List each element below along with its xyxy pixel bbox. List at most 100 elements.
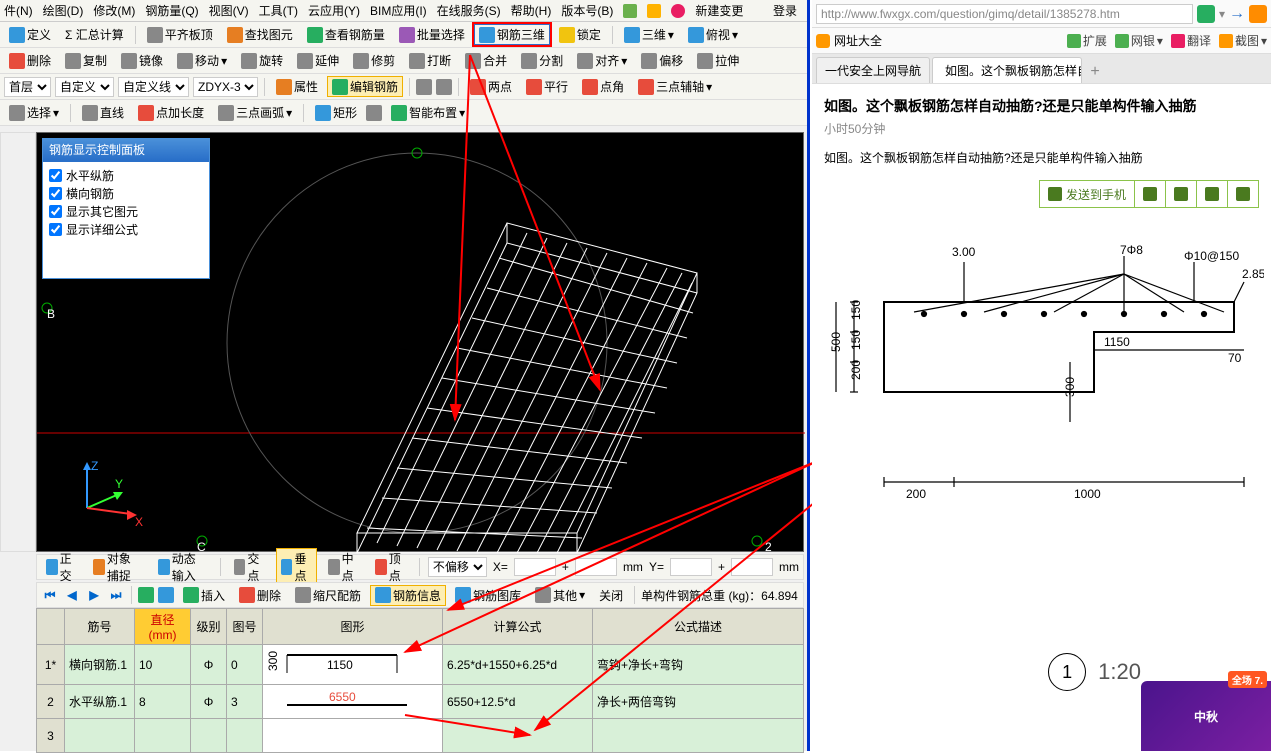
more-button[interactable]	[1227, 181, 1258, 207]
col-dia[interactable]: 直径(mm)	[135, 609, 191, 645]
dropdown-icon[interactable]: ▾	[1219, 7, 1225, 21]
menu-modify[interactable]: 修改(M)	[93, 2, 135, 19]
app-icon-1[interactable]	[623, 4, 637, 18]
chk-horizontal[interactable]: 水平纵筋	[49, 167, 203, 184]
nav-last[interactable]: ⏭	[107, 586, 125, 604]
menu-file[interactable]: 件(N)	[4, 2, 33, 19]
cat-icon[interactable]	[1249, 5, 1267, 23]
osnap-toggle[interactable]: 对象捕捉	[88, 548, 147, 586]
tbl-icon-2[interactable]	[158, 587, 174, 603]
menu-version[interactable]: 版本号(B)	[561, 2, 613, 19]
view-rebar-button[interactable]: 查看钢筋量	[302, 24, 390, 45]
pointlen-button[interactable]: 点加长度	[133, 102, 209, 123]
insert-row-button[interactable]: 插入	[178, 585, 230, 606]
rebar-info-button[interactable]: 钢筋信息	[370, 585, 446, 606]
dyninput-toggle[interactable]: 动态输入	[153, 548, 212, 586]
arc3-button[interactable]: 三点画弧▾	[213, 102, 297, 123]
move-button[interactable]: 移动▾	[172, 50, 232, 71]
ext-extend[interactable]: 扩展	[1067, 32, 1107, 49]
corner-ad[interactable]: 全场 7. 中秋	[1141, 681, 1271, 751]
new-change-icon[interactable]	[671, 4, 685, 18]
top-toggle[interactable]: 顶点	[370, 548, 411, 586]
rebar-lib-button[interactable]: 钢筋图库	[450, 585, 526, 606]
nav-first[interactable]: ⏮	[41, 586, 59, 604]
flatten-button[interactable]: 平齐板顶	[142, 24, 218, 45]
parallel-button[interactable]: 平行	[521, 76, 573, 97]
tbl-icon-1[interactable]	[138, 587, 154, 603]
custom-select[interactable]: 自定义	[55, 77, 114, 97]
menu-bim[interactable]: BIM应用(I)	[370, 2, 427, 19]
define-button[interactable]: 定义	[4, 24, 56, 45]
line-button[interactable]: 直线	[77, 102, 129, 123]
xinc-input[interactable]	[575, 558, 617, 576]
rebar-3d-button[interactable]: 钢筋三维	[474, 24, 550, 45]
other-button[interactable]: 其他▾	[530, 585, 590, 606]
nav-next[interactable]: ▶	[85, 586, 103, 604]
customline-select[interactable]: 自定义线	[118, 77, 189, 97]
merge-button[interactable]: 合并	[460, 50, 512, 71]
align-button[interactable]: 对齐▾	[572, 50, 632, 71]
zdyx-select[interactable]: ZDYX-3	[193, 77, 258, 97]
ext-translate[interactable]: 翻译	[1171, 32, 1211, 49]
go-icon[interactable]: →	[1229, 5, 1245, 23]
perp-toggle[interactable]: 垂点	[276, 548, 317, 586]
browser-tab-2[interactable]: 如图。这个飘板钢筋怎样自动抽×	[932, 57, 1082, 83]
y-input[interactable]	[670, 558, 712, 576]
menu-tools[interactable]: 工具(T)	[259, 2, 298, 19]
misc-icon-2[interactable]	[436, 79, 452, 95]
expand-button[interactable]	[1165, 181, 1196, 207]
x-input[interactable]	[514, 558, 556, 576]
menu-draw[interactable]: 绘图(D)	[43, 2, 84, 19]
offset-button[interactable]: 偏移	[636, 50, 688, 71]
select-button[interactable]: 选择▾	[4, 102, 64, 123]
menu-online[interactable]: 在线服务(S)	[437, 2, 501, 19]
app-icon-2[interactable]	[647, 4, 661, 18]
threeaxis-button[interactable]: 三点辅轴▾	[633, 76, 717, 97]
rotate-button[interactable]: 旋转	[236, 50, 288, 71]
top-view-button[interactable]: 俯视▾	[683, 24, 743, 45]
yinc-input[interactable]	[731, 558, 773, 576]
menu-rebar[interactable]: 钢筋量(Q)	[145, 2, 198, 19]
refresh-icon[interactable]	[1197, 5, 1215, 23]
menu-new-change[interactable]: 新建变更	[695, 2, 743, 19]
new-tab-button[interactable]: +	[1084, 61, 1106, 83]
rect-button[interactable]: 矩形	[310, 102, 362, 123]
ext-screenshot[interactable]: 截图▾	[1219, 32, 1267, 49]
table-row[interactable]: 1* 横向钢筋.1 10 Φ 0 3001150 6.25*d+1550+6.2…	[37, 645, 804, 685]
nav-prev[interactable]: ◀	[63, 586, 81, 604]
break-button[interactable]: 打断	[404, 50, 456, 71]
favorites-link[interactable]: 网址大全	[816, 32, 882, 49]
extend-button[interactable]: 延伸	[292, 50, 344, 71]
sum-button[interactable]: Σ 汇总计算	[60, 24, 129, 45]
smart-button[interactable]: 智能布置▾	[386, 102, 470, 123]
scale-config-button[interactable]: 缩尺配筋	[290, 585, 366, 606]
pointangle-button[interactable]: 点角	[577, 76, 629, 97]
mid-toggle[interactable]: 中点	[323, 548, 364, 586]
save-button[interactable]	[1196, 181, 1227, 207]
twopoint-button[interactable]: 两点	[465, 76, 517, 97]
property-button[interactable]: 属性	[271, 76, 323, 97]
login-link[interactable]: 登录	[773, 2, 797, 19]
chk-detail[interactable]: 显示详细公式	[49, 221, 203, 238]
delete-button[interactable]: 删除	[4, 50, 56, 71]
table-row[interactable]: 3	[37, 719, 804, 753]
misc-icon-3[interactable]	[366, 105, 382, 121]
misc-icon-1[interactable]	[416, 79, 432, 95]
menu-help[interactable]: 帮助(H)	[511, 2, 552, 19]
3d-button[interactable]: 三维▾	[619, 24, 679, 45]
menu-view[interactable]: 视图(V)	[209, 2, 249, 19]
lock-button[interactable]: 锁定	[554, 24, 606, 45]
floor-select[interactable]: 首层	[4, 77, 51, 97]
cloud-button[interactable]	[1134, 181, 1165, 207]
url-input[interactable]	[816, 4, 1193, 24]
cross-toggle[interactable]: 交点	[229, 548, 270, 586]
ortho-toggle[interactable]: 正交	[41, 548, 82, 586]
edit-rebar-button[interactable]: 编辑钢筋	[327, 76, 403, 97]
send-phone-button[interactable]: 发送到手机	[1040, 181, 1134, 207]
browser-tab-1[interactable]: 一代安全上网导航	[816, 57, 930, 83]
close-table-button[interactable]: 关闭	[594, 585, 628, 606]
chk-transverse[interactable]: 横向钢筋	[49, 185, 203, 202]
batch-select-button[interactable]: 批量选择	[394, 24, 470, 45]
table-row[interactable]: 2 水平纵筋.1 8 Φ 3 6550 6550+12.5*d 净长+两倍弯钩	[37, 685, 804, 719]
trim-button[interactable]: 修剪	[348, 50, 400, 71]
